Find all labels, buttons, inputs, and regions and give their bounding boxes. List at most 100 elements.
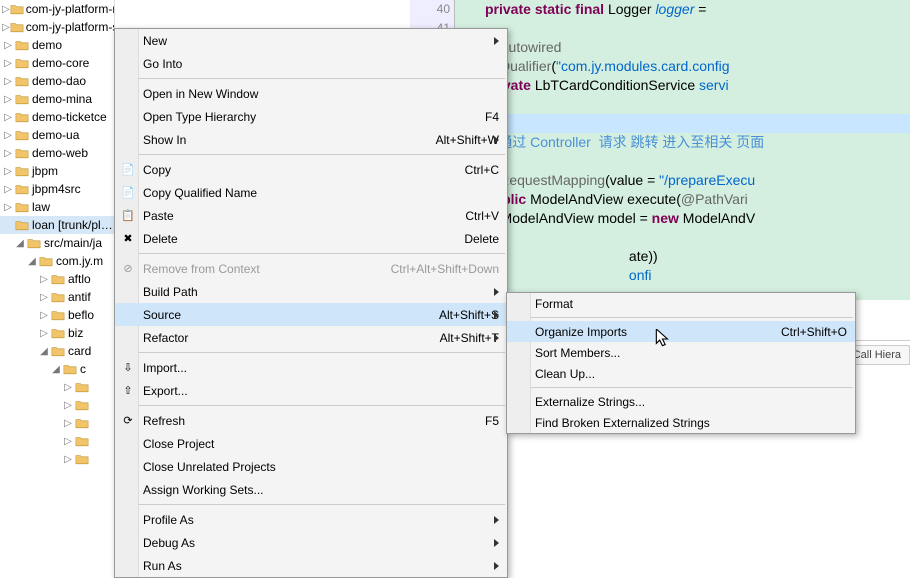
submenu-item[interactable]: Organize ImportsCtrl+Shift+O (507, 321, 855, 342)
context-menu-item[interactable]: Assign Working Sets... (115, 478, 507, 501)
context-menu-item[interactable]: SourceAlt+Shift+S (115, 303, 507, 326)
tree-item[interactable]: ▷jbpm (0, 162, 114, 180)
package-icon (74, 434, 90, 448)
expand-icon[interactable]: ▷ (38, 274, 50, 285)
tree-item[interactable]: ▷ (0, 432, 114, 450)
expand-icon[interactable]: ▷ (2, 94, 14, 105)
code-line[interactable]: private static final Logger logger = (485, 0, 710, 19)
context-menu-item[interactable]: RefactorAlt+Shift+T (115, 326, 507, 349)
tree-item[interactable]: ▷ law (0, 198, 114, 216)
menu-item-label: Profile As (143, 513, 194, 527)
tree-item[interactable]: ▷ (0, 450, 114, 468)
tree-item[interactable]: ▷demo (0, 36, 114, 54)
expand-icon[interactable]: ▷ (62, 382, 74, 393)
context-menu-item[interactable]: ⇩Import... (115, 356, 507, 379)
tree-item[interactable]: ▷demo-core (0, 54, 114, 72)
submenu-item[interactable]: Format (507, 293, 855, 314)
export-icon: ⇧ (123, 384, 132, 397)
context-menu-item[interactable]: Profile As (115, 508, 507, 531)
tree-item[interactable]: ▷beflo (0, 306, 114, 324)
code-line[interactable]: ate)) (485, 247, 658, 266)
expand-icon[interactable]: ▷ (38, 310, 50, 321)
code-line[interactable]: * 通过 Controller 请求 跳转 进入至相关 页面 (485, 133, 764, 152)
expand-icon[interactable]: ▷ (2, 76, 14, 87)
tree-item[interactable]: ▷ (0, 396, 114, 414)
code-line[interactable]: private LbTCardConditionService servi (485, 76, 729, 95)
tree-item[interactable]: ▷demo-ticketce (0, 108, 114, 126)
context-menu-item[interactable]: Build Path (115, 280, 507, 303)
expand-icon[interactable]: ▷ (2, 184, 14, 195)
tree-item[interactable]: ▷ (0, 414, 114, 432)
expand-icon[interactable]: ▷ (62, 400, 74, 411)
context-menu-item[interactable]: ⇧Export... (115, 379, 507, 402)
context-menu-item[interactable]: Close Unrelated Projects (115, 455, 507, 478)
context-menu-item[interactable]: ✖DeleteDelete (115, 227, 507, 250)
expand-icon[interactable]: ◢ (26, 256, 38, 267)
folder-icon (14, 56, 30, 70)
expand-icon[interactable]: ▷ (62, 418, 74, 429)
context-menu-item[interactable]: 📄Copy Qualified Name (115, 181, 507, 204)
expand-icon[interactable]: ▷ (2, 22, 10, 33)
tree-item[interactable]: ◢com.jy.m (0, 252, 114, 270)
menu-shortcut: Ctrl+Alt+Shift+Down (391, 262, 499, 276)
code-line[interactable]: public ModelAndView execute(@PathVari (485, 190, 748, 209)
tree-item[interactable]: ▷antif (0, 288, 114, 306)
menu-item-label: Build Path (143, 285, 198, 299)
expand-icon[interactable]: ◢ (38, 346, 50, 357)
expand-icon[interactable]: ▷ (62, 454, 74, 465)
context-menu[interactable]: NewGo Into Open in New WindowOpen Type Hi… (114, 28, 508, 578)
tree-item[interactable]: ▷com-jy-platform-restservice (0, 0, 114, 18)
expand-icon[interactable]: ▷ (62, 436, 74, 447)
context-menu-item[interactable]: Close Project (115, 432, 507, 455)
expand-icon[interactable]: ▷ (2, 112, 14, 123)
expand-icon[interactable]: ▷ (2, 148, 14, 159)
code-line[interactable]: onfi (485, 266, 652, 285)
tree-item[interactable]: ▷demo-ua (0, 126, 114, 144)
expand-icon[interactable]: ▷ (2, 166, 14, 177)
context-menu-item[interactable]: 📄CopyCtrl+C (115, 158, 507, 181)
tree-item[interactable]: ▷ (0, 378, 114, 396)
context-menu-item[interactable]: Show InAlt+Shift+W (115, 128, 507, 151)
expand-icon[interactable]: ▷ (38, 328, 50, 339)
tree-item[interactable]: ◢card (0, 342, 114, 360)
context-menu-item[interactable]: Go Into (115, 52, 507, 75)
context-menu-item[interactable]: 📋PasteCtrl+V (115, 204, 507, 227)
context-menu-item[interactable]: ⟳RefreshF5 (115, 409, 507, 432)
tree-item[interactable]: ▷aftlo (0, 270, 114, 288)
submenu-item[interactable]: Find Broken Externalized Strings (507, 412, 855, 433)
expand-icon[interactable]: ▷ (2, 40, 14, 51)
project-explorer[interactable]: ▷com-jy-platform-restservice▷com-jy-plat… (0, 0, 115, 548)
tree-item[interactable]: ▷demo-mina (0, 90, 114, 108)
code-line[interactable]: @RequestMapping(value = "/prepareExecu (485, 171, 755, 190)
folder-icon (14, 164, 30, 178)
tree-item[interactable]: ▷demo-dao (0, 72, 114, 90)
context-menu-item[interactable]: Run As (115, 554, 507, 577)
context-menu-item[interactable]: New (115, 29, 507, 52)
tree-item-label: law (32, 200, 50, 214)
expand-icon[interactable]: ▷ (2, 58, 14, 69)
code-line[interactable]: ModelAndView model = new ModelAndV (485, 209, 755, 228)
expand-icon[interactable]: ▷ (38, 292, 50, 303)
tree-item[interactable]: ▷com-jy-platform-system (0, 18, 114, 36)
submenu-item[interactable]: Sort Members... (507, 342, 855, 363)
submenu-item[interactable]: Externalize Strings... (507, 391, 855, 412)
tree-item[interactable]: ◢c (0, 360, 114, 378)
source-submenu[interactable]: Format Organize ImportsCtrl+Shift+OSort M… (506, 292, 856, 434)
code-line[interactable]: /** (485, 114, 910, 133)
context-menu-item[interactable]: Debug As (115, 531, 507, 554)
tree-item[interactable]: loan [trunk/pl… (0, 216, 114, 234)
code-line[interactable]: @Qualifier("com.jy.modules.card.config (485, 57, 730, 76)
expand-icon[interactable]: ▷ (2, 130, 14, 141)
context-menu-item[interactable]: Open in New Window (115, 82, 507, 105)
tree-item[interactable]: ▷jbpm4src (0, 180, 114, 198)
context-menu-item[interactable]: Open Type HierarchyF4 (115, 105, 507, 128)
expand-icon[interactable]: ◢ (50, 364, 62, 375)
expand-icon[interactable]: ◢ (14, 238, 26, 249)
tree-item[interactable]: ◢src/main/ja (0, 234, 114, 252)
submenu-item[interactable]: Clean Up... (507, 363, 855, 384)
expand-icon[interactable]: ▷ (2, 4, 10, 15)
expand-icon[interactable]: ▷ (2, 202, 14, 213)
tree-item[interactable]: ▷demo-web (0, 144, 114, 162)
tree-item[interactable]: ▷biz (0, 324, 114, 342)
menu-shortcut: Ctrl+V (465, 209, 499, 223)
